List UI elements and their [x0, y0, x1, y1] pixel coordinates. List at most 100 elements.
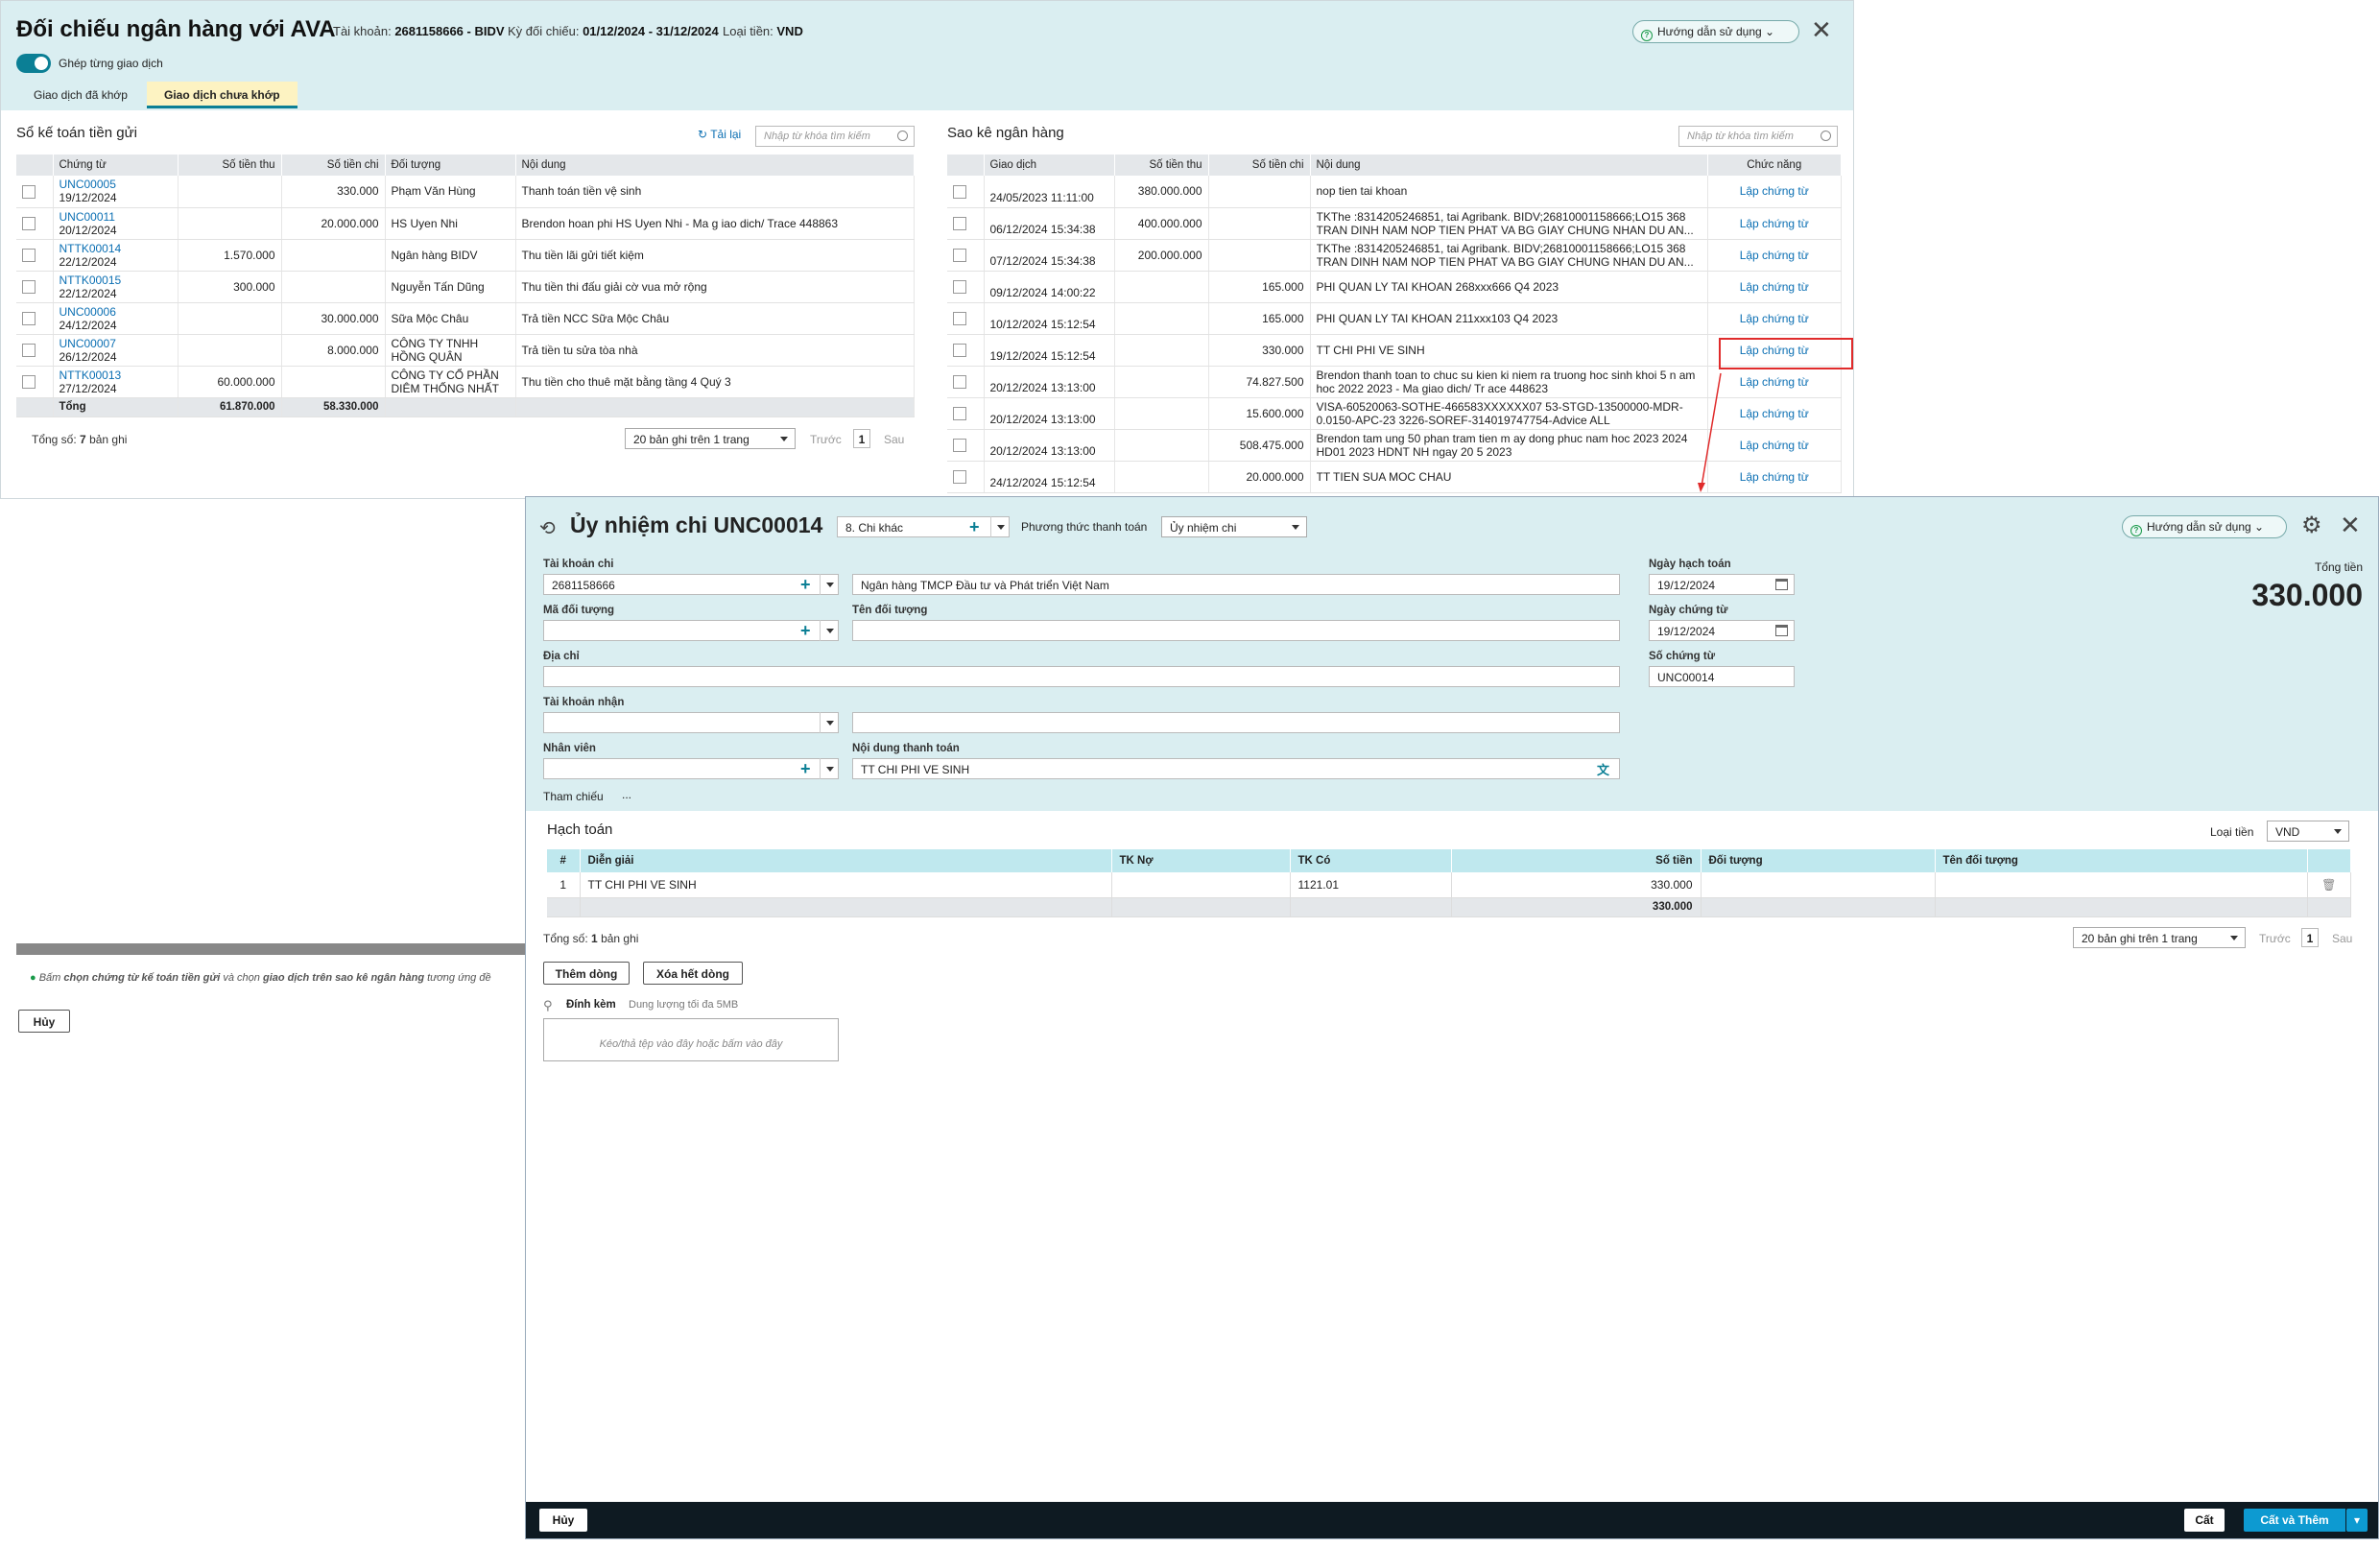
amount-cell[interactable]: 330.000 [1451, 872, 1702, 898]
save-button[interactable]: Cất [2184, 1509, 2225, 1532]
party-code-dropdown[interactable] [820, 620, 839, 641]
row-checkbox[interactable] [22, 311, 36, 325]
party-cell[interactable] [1701, 872, 1936, 898]
row-select-cell[interactable] [16, 334, 54, 367]
close-icon[interactable]: ✕ [1811, 17, 1832, 42]
party-name-cell[interactable] [1935, 872, 2308, 898]
statement-search-input[interactable]: Nhập từ khóa tìm kiếm [1678, 126, 1838, 147]
row-select-cell[interactable] [16, 207, 54, 240]
row-checkbox[interactable] [953, 406, 966, 420]
payment-method-select[interactable]: Ủy nhiệm chi [1161, 516, 1307, 537]
row-checkbox[interactable] [22, 184, 36, 199]
table-row[interactable]: 07/12/2024 15:34:38 200.000.000 TKThe :831… [947, 239, 1842, 272]
translate-icon[interactable]: 文 [1597, 760, 1609, 778]
row-select-cell[interactable] [16, 366, 54, 398]
create-voucher-link[interactable]: Lập chứng từ [1740, 184, 1809, 198]
history-icon[interactable]: ⟲ [539, 516, 556, 540]
create-voucher-link[interactable]: Lập chứng từ [1740, 312, 1809, 325]
ledger-page-size-select[interactable]: 20 bản ghi trên 1 trang [625, 428, 796, 449]
table-row[interactable]: NTTK00014 22/12/2024 1.570.000 Ngân hàng BI… [16, 239, 915, 272]
row-checkbox[interactable] [953, 184, 966, 199]
file-dropzone[interactable]: Kéo/thả tệp vào đây hoặc bấm vào đây [543, 1018, 839, 1061]
table-row[interactable]: UNC00007 26/12/2024 8.000.000 CÔNG TY TNHH … [16, 334, 915, 367]
row-checkbox[interactable] [22, 374, 36, 389]
table-row[interactable]: NTTK00013 27/12/2024 60.000.000 CÔNG TY CỔ … [16, 366, 915, 398]
save-options-dropdown[interactable]: ▾ [2346, 1509, 2368, 1532]
table-row[interactable]: 10/12/2024 15:12:54 165.000 PHI QUAN LY TA… [947, 302, 1842, 335]
credit-account-cell[interactable]: 1121.01 [1290, 872, 1452, 898]
voucher-no-input[interactable]: UNC00014 [1649, 666, 1795, 687]
reference-more-button[interactable]: ... [622, 788, 631, 801]
row-checkbox[interactable] [953, 374, 966, 389]
create-voucher-link[interactable]: Lập chứng từ [1740, 439, 1809, 452]
row-checkbox[interactable] [22, 216, 36, 230]
row-checkbox[interactable] [22, 343, 36, 357]
row-select-cell[interactable] [16, 176, 54, 208]
row-select-cell[interactable] [947, 397, 985, 430]
ledger-next-button[interactable]: Sau [884, 433, 904, 446]
party-code-input[interactable] [543, 620, 839, 641]
accounting-next-button[interactable]: Sau [2332, 932, 2352, 945]
reload-button[interactable]: ↻ Tải lại [698, 128, 741, 141]
table-row[interactable]: 24/05/2023 11:11:00 380.000.000 nop tien t… [947, 176, 1842, 208]
row-select-cell[interactable] [947, 271, 985, 303]
employee-input[interactable] [543, 758, 839, 779]
table-row[interactable]: 1 TT CHI PHI VE SINH 1121.01 330.000 🗑 [547, 872, 2351, 898]
voucher-link[interactable]: NTTK00013 [60, 369, 172, 382]
voucher-link[interactable]: UNC00007 [60, 337, 172, 350]
calendar-icon[interactable] [1775, 579, 1788, 590]
add-employee-icon[interactable]: + [800, 760, 811, 777]
match-each-toggle[interactable] [16, 54, 51, 73]
row-checkbox[interactable] [953, 216, 966, 230]
voucher-cancel-button[interactable]: Hủy [539, 1509, 587, 1532]
voucher-link[interactable]: NTTK00014 [60, 242, 172, 255]
table-row[interactable]: NTTK00015 22/12/2024 300.000 Nguyễn Tấn Dũn… [16, 271, 915, 303]
debit-account-cell[interactable] [1111, 872, 1291, 898]
pay-account-input[interactable]: 2681158666 [543, 574, 839, 595]
save-and-add-button[interactable]: Cất và Thêm [2244, 1509, 2345, 1532]
add-account-icon[interactable]: + [800, 576, 811, 593]
create-voucher-link[interactable]: Lập chứng từ [1740, 249, 1809, 262]
row-select-cell[interactable] [947, 366, 985, 398]
row-select-cell[interactable] [947, 176, 985, 208]
voucher-link[interactable]: UNC00011 [60, 210, 172, 224]
ledger-prev-button[interactable]: Trước [810, 433, 842, 446]
voucher-date-input[interactable]: 19/12/2024 [1649, 620, 1795, 641]
table-row[interactable]: 09/12/2024 14:00:22 165.000 PHI QUAN LY TA… [947, 271, 1842, 303]
receive-account-input[interactable] [543, 712, 839, 733]
receive-bank-input[interactable] [852, 712, 1620, 733]
tab-unmatched[interactable]: Giao dịch chưa khớp [147, 82, 298, 108]
table-row[interactable]: 06/12/2024 15:34:38 400.000.000 TKThe :831… [947, 207, 1842, 240]
table-row[interactable]: UNC00006 24/12/2024 30.000.000 Sữa Mộc Châu… [16, 302, 915, 335]
voucher-link[interactable]: UNC00006 [60, 305, 172, 319]
clear-all-rows-button[interactable]: Xóa hết dòng [643, 962, 743, 985]
employee-dropdown[interactable] [820, 758, 839, 779]
add-type-icon[interactable]: + [969, 518, 980, 536]
gear-icon[interactable]: ⚙ [2301, 512, 2322, 539]
row-select-cell[interactable] [947, 429, 985, 462]
row-select-cell[interactable] [16, 302, 54, 335]
row-checkbox[interactable] [953, 469, 966, 484]
row-checkbox[interactable] [953, 279, 966, 294]
add-row-button[interactable]: Thêm dòng [543, 962, 630, 985]
row-select-cell[interactable] [947, 461, 985, 493]
create-voucher-link[interactable]: Lập chứng từ [1740, 280, 1809, 294]
row-select-cell[interactable] [16, 271, 54, 303]
row-checkbox[interactable] [953, 311, 966, 325]
row-checkbox[interactable] [953, 248, 966, 262]
row-checkbox[interactable] [953, 343, 966, 357]
row-checkbox[interactable] [22, 248, 36, 262]
create-voucher-link[interactable]: Lập chứng từ [1740, 470, 1809, 484]
table-row[interactable]: 19/12/2024 15:12:54 330.000 TT CHI PHI VE … [947, 334, 1842, 367]
create-voucher-link[interactable]: Lập chứng từ [1740, 407, 1809, 420]
row-select-cell[interactable] [947, 207, 985, 240]
accounting-page-number[interactable]: 1 [2301, 928, 2319, 947]
create-voucher-link[interactable]: Lập chứng từ [1740, 375, 1809, 389]
row-select-cell[interactable] [947, 334, 985, 367]
row-checkbox[interactable] [22, 279, 36, 294]
ledger-page-number[interactable]: 1 [853, 429, 870, 448]
voucher-help-button[interactable]: ? Hướng dẫn sử dụng ⌄ [2122, 515, 2287, 538]
accounting-page-size-select[interactable]: 20 bản ghi trên 1 trang [2073, 927, 2246, 948]
voucher-type-select[interactable]: 8. Chi khác [837, 516, 1010, 537]
horizontal-scrollbar[interactable] [16, 943, 535, 955]
